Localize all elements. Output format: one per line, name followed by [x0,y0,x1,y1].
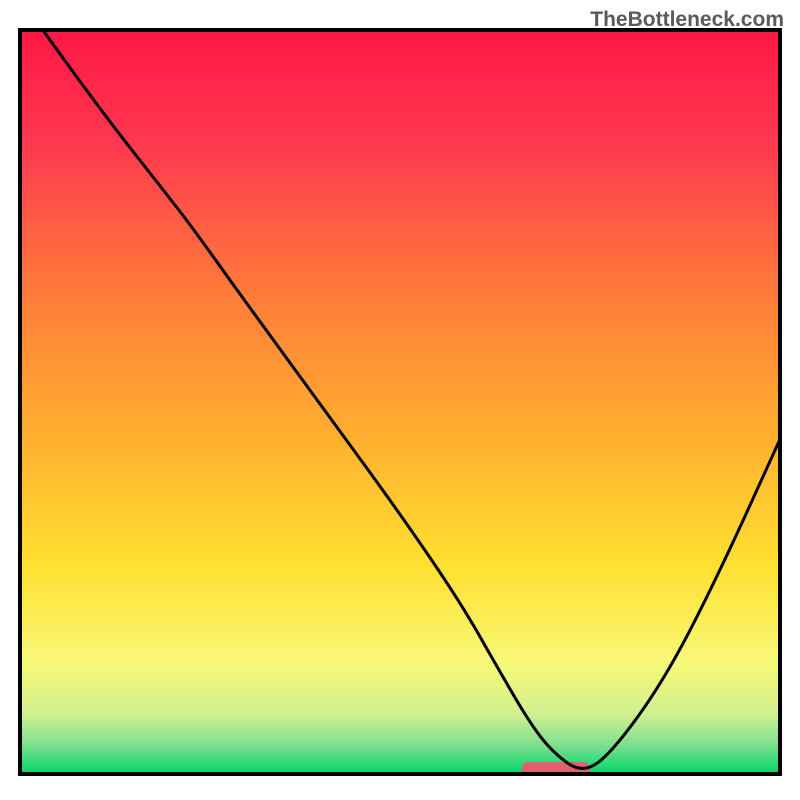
chart-canvas [0,0,800,800]
gradient-background [20,30,780,774]
watermark-text: TheBottleneck.com [590,8,784,32]
bottleneck-chart [0,0,800,800]
